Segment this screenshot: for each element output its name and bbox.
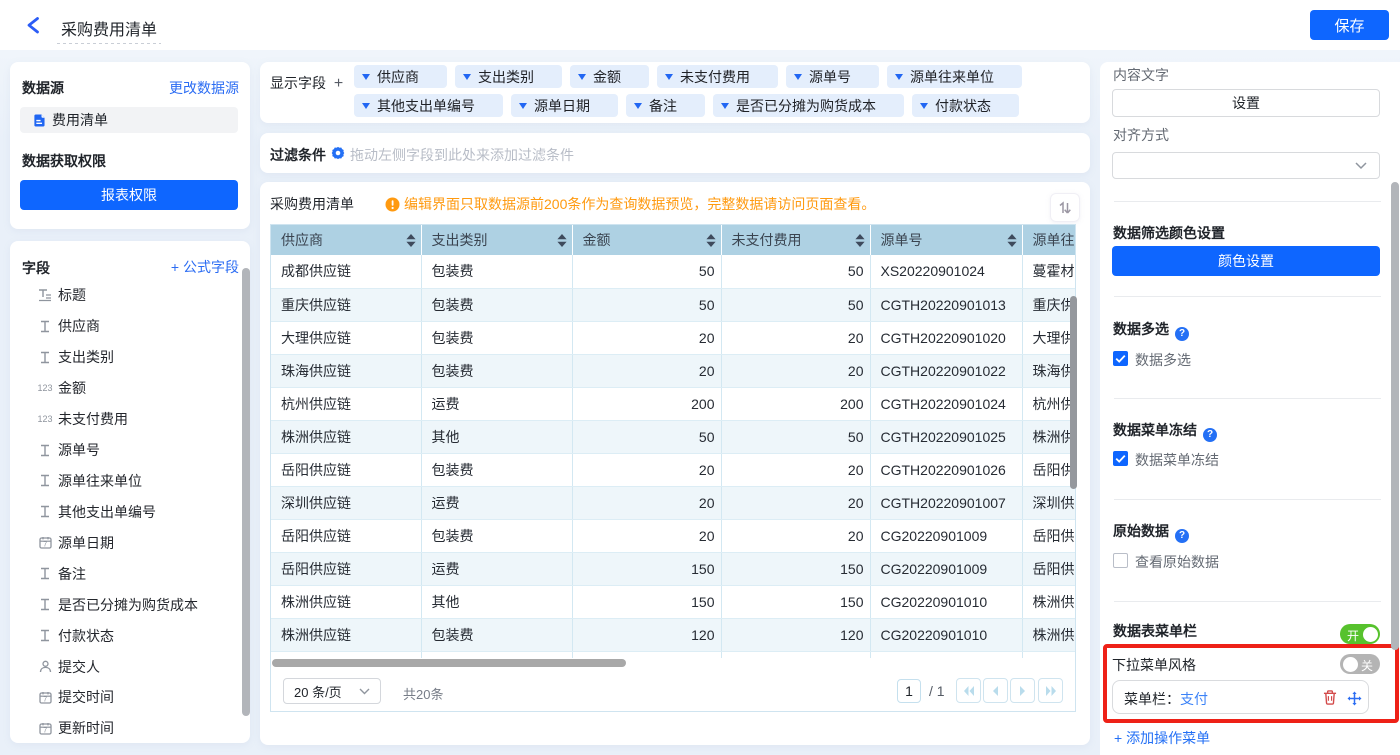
svg-text:7: 7	[43, 727, 47, 734]
svg-text:7: 7	[43, 697, 47, 704]
svg-text:7: 7	[43, 542, 47, 549]
